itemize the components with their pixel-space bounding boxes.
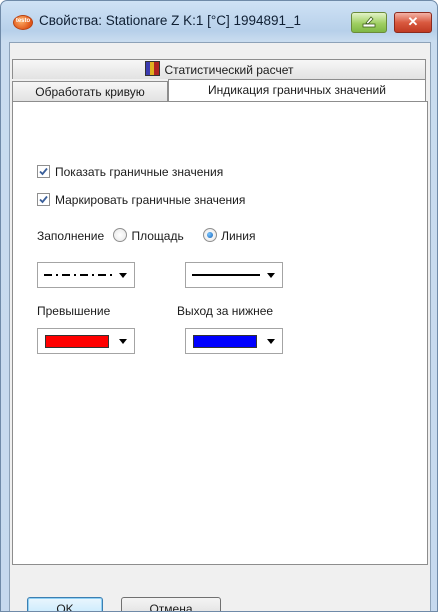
checkbox-box[interactable] [37, 165, 50, 178]
close-icon: ✕ [407, 14, 419, 29]
checkmark-icon [39, 195, 48, 204]
tab-statistics-label: Статистический расчет [164, 63, 294, 77]
tab-limit-indication-label: Индикация граничных значений [208, 83, 386, 97]
tab-row-top: Статистический расчет [10, 59, 430, 80]
fill-area-label[interactable]: Площадь [131, 229, 183, 243]
show-limits-label: Показать граничные значения [55, 165, 224, 179]
ok-button[interactable]: OK [27, 597, 103, 611]
limit-indication-panel: Показать граничные значения Маркировать … [12, 101, 428, 565]
chevron-down-icon[interactable] [267, 273, 275, 278]
tab-row-bottom: Обработать кривую Индикация граничных зн… [10, 79, 430, 101]
fill-mode-label: Заполнение [37, 229, 105, 243]
chevron-down-icon[interactable] [267, 339, 275, 344]
solid-line-icon [192, 274, 260, 276]
chevron-down-icon[interactable] [119, 339, 127, 344]
checkbox-box[interactable] [37, 193, 50, 206]
exceed-label: Превышение [37, 304, 111, 318]
exceed-color-swatch [45, 335, 109, 348]
cancel-button[interactable]: Отмена [121, 597, 221, 611]
below-color-swatch [193, 335, 257, 348]
app-icon-text: testo [15, 18, 31, 24]
dash-dot-line-icon [44, 274, 112, 276]
line-style-dropdown-left[interactable] [37, 262, 135, 288]
minimize-icon [362, 16, 376, 28]
mark-limits-checkbox[interactable]: Маркировать граничные значения [37, 193, 245, 207]
statistics-icon [144, 61, 160, 76]
properties-dialog: testo Свойства: Stationare Z K:1 [°C] 19… [0, 0, 438, 612]
chevron-down-icon[interactable] [119, 273, 127, 278]
tab-limit-indication[interactable]: Индикация граничных значений [168, 79, 426, 101]
fill-line-label[interactable]: Линия [221, 229, 255, 243]
window-title: Свойства: Stationare Z K:1 [°C] 1994891_… [39, 13, 302, 28]
fill-area-radio[interactable] [113, 228, 128, 242]
minimize-button[interactable] [351, 12, 387, 33]
below-color-dropdown[interactable] [185, 328, 283, 354]
tab-statistics[interactable]: Статистический расчет [12, 59, 426, 79]
dialog-client-area: Статистический расчет Обработать кривую … [9, 42, 431, 611]
title-bar[interactable]: testo Свойства: Stationare Z K:1 [°C] 19… [1, 1, 437, 41]
show-limits-checkbox[interactable]: Показать граничные значения [37, 165, 223, 179]
fill-mode-row: Заполнение Площадь Линия [37, 228, 255, 243]
tab-curve-processing-label: Обработать кривую [35, 85, 145, 99]
close-button[interactable]: ✕ [394, 12, 432, 33]
checkmark-icon [39, 167, 48, 176]
exceed-color-dropdown[interactable] [37, 328, 135, 354]
below-label: Выход за нижнее [177, 304, 274, 318]
testo-app-icon: testo [13, 15, 33, 30]
fill-line-radio[interactable] [203, 228, 218, 242]
mark-limits-label: Маркировать граничные значения [55, 193, 246, 207]
line-style-dropdown-right[interactable] [185, 262, 283, 288]
tab-curve-processing[interactable]: Обработать кривую [12, 81, 168, 101]
